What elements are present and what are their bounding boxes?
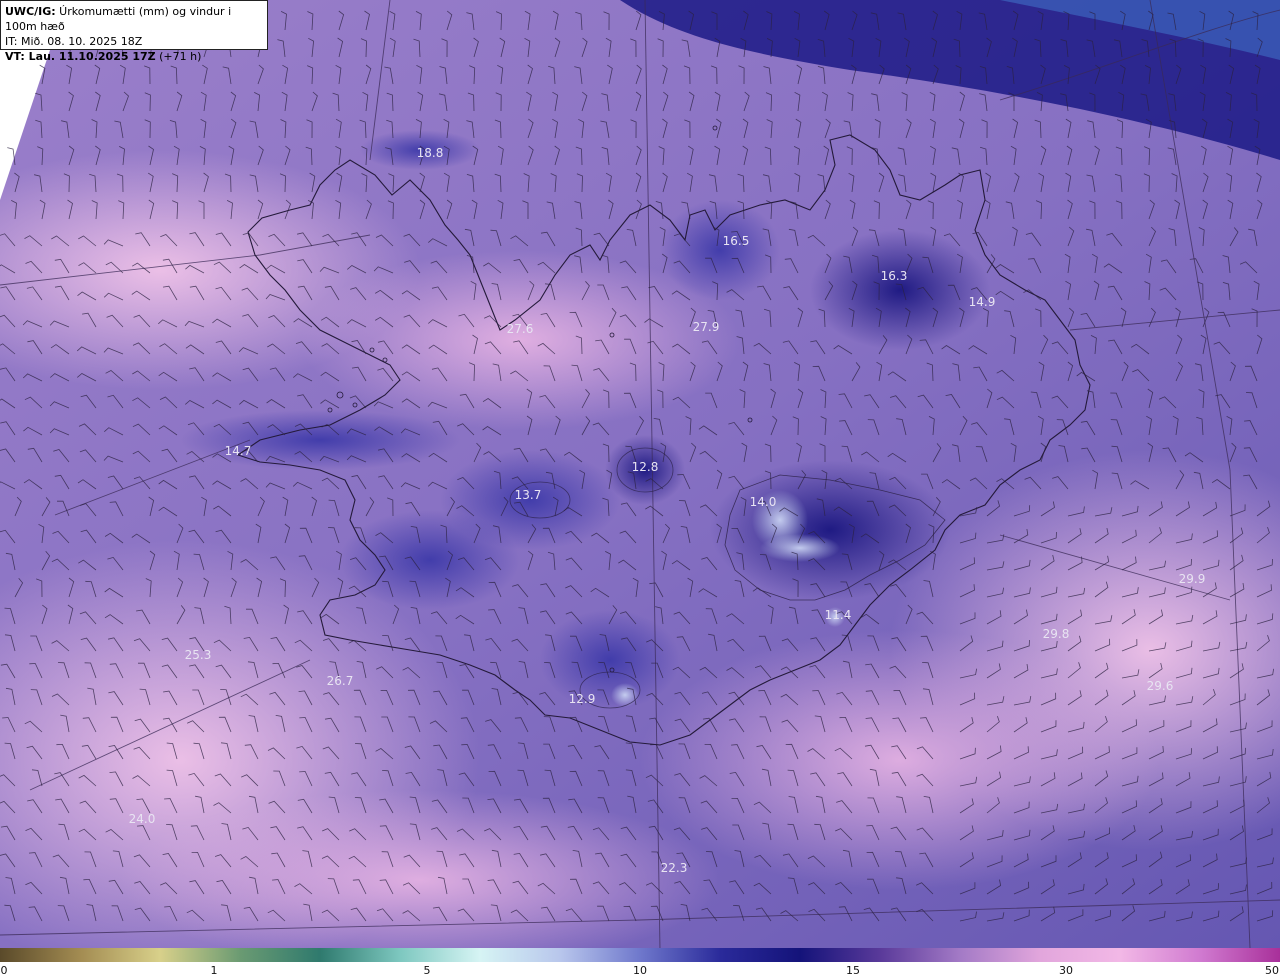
colorbar-tick-label: 10	[633, 964, 647, 977]
colorbar-tick-label: 0	[0, 964, 8, 977]
precip-value-label: 29.6	[1147, 679, 1174, 693]
header-initial-time: IT: Mið. 08. 10. 2025 18Z	[5, 35, 143, 48]
precipitation-wind-map[interactable]: 18.8 16.5 16.3 14.9 27.9 27.6 14.7 12.8 13.7 14.0…	[0, 0, 1280, 948]
header-model-name: UWC/IG:	[5, 5, 56, 18]
precip-high-south	[640, 630, 1160, 890]
colorbar-tick-label: 5	[423, 964, 431, 977]
precip-value-label: 27.9	[693, 320, 720, 334]
colorbar-tick-label: 50	[1265, 964, 1279, 977]
precip-value-label: 29.9	[1179, 572, 1206, 586]
precip-value-label: 24.0	[129, 812, 156, 826]
colorbar-tick-label: 1	[210, 964, 218, 977]
precip-value-label: 13.7	[515, 488, 542, 502]
precip-value-label: 22.3	[661, 861, 688, 875]
precip-value-label: 25.3	[185, 648, 212, 662]
precip-low-north-peninsula	[660, 200, 780, 300]
precip-value-label: 11.4	[825, 608, 852, 622]
map-header-box: UWC/IG: Úrkomumætti (mm) og vindur i 100…	[0, 0, 268, 63]
colorbar-gradient	[0, 948, 1280, 962]
precip-value-label: 16.5	[723, 234, 750, 248]
precip-value-label: 27.6	[507, 322, 534, 336]
precip-value-label: 12.9	[569, 692, 596, 706]
precip-value-label: 12.8	[632, 460, 659, 474]
forecast-map-view: 18.8 16.5 16.3 14.9 27.9 27.6 14.7 12.8 13.7 14.0…	[0, 0, 1280, 978]
colorbar-legend: 0 1 5 10 15 30 50	[0, 948, 1280, 978]
precip-minimum-south	[611, 683, 639, 707]
precip-value-label: 14.9	[969, 295, 996, 309]
precip-value-label: 14.7	[225, 444, 252, 458]
precip-value-label: 26.7	[327, 674, 354, 688]
header-valid-time: VT: Lau. 11.10.2025 17Z	[5, 50, 156, 63]
colorbar-tick-label: 15	[846, 964, 860, 977]
precip-value-label: 14.0	[750, 495, 777, 509]
header-lead-time: (+71 h)	[155, 50, 202, 63]
precip-value-label: 18.8	[417, 146, 444, 160]
precip-low-northeast	[810, 230, 990, 350]
header-title-line: UWC/IG: Úrkomumætti (mm) og vindur i 100…	[5, 4, 263, 34]
header-valid-time-line: VT: Lau. 11.10.2025 17Z (+71 h)	[5, 49, 263, 64]
precip-low-south	[540, 610, 680, 710]
precip-value-label: 29.8	[1043, 627, 1070, 641]
colorbar-tick-label: 30	[1059, 964, 1073, 977]
precip-value-label: 16.3	[881, 269, 908, 283]
